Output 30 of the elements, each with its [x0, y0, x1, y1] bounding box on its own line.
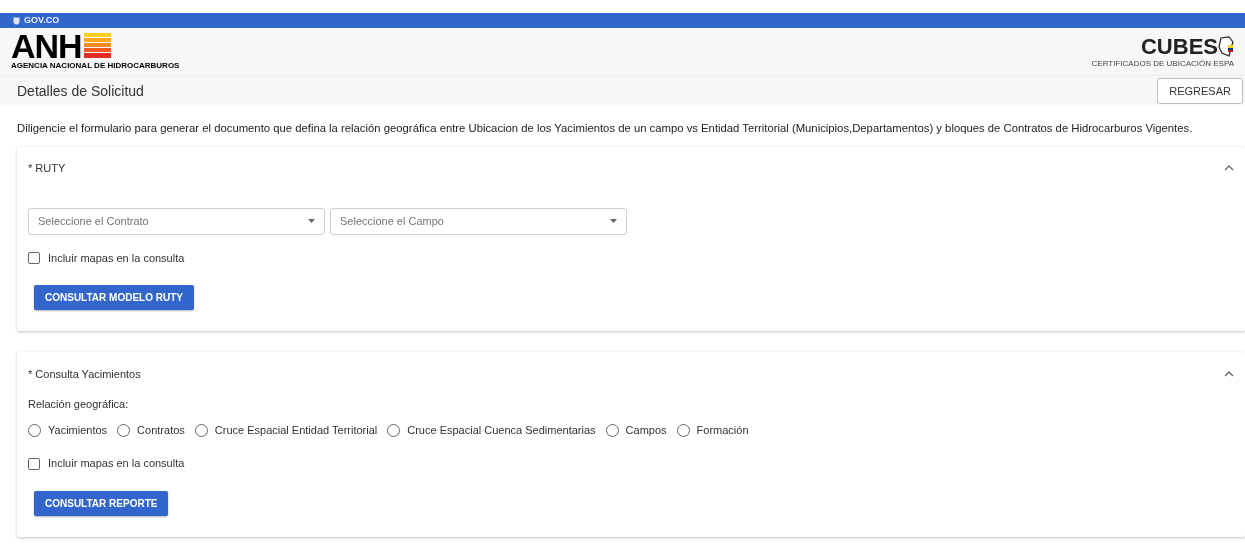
chevron-icon[interactable] — [1224, 165, 1234, 172]
cubes-logo: CUBES CERTIFICADOS DE UBICACIÓN ESPA — [1091, 33, 1234, 68]
checkbox[interactable] — [28, 252, 40, 265]
radio-label: Cruce Espacial Cuenca Sedimentarias — [407, 422, 596, 438]
chevron-icon[interactable] — [1224, 370, 1234, 377]
radio-label: Campos — [625, 422, 667, 438]
map-icon — [1218, 36, 1234, 58]
select-field[interactable]: Seleccione el Campo — [330, 207, 627, 235]
stripes-icon — [83, 33, 111, 59]
query-button[interactable]: CONSULTAR REPORTE — [34, 490, 169, 516]
panel-title: * Consulta Yacimientos — [28, 366, 141, 382]
dropdown-icon — [610, 219, 617, 224]
radio-label: Cruce Espacial Entidad Territorial — [214, 422, 378, 438]
page-title: Detalles de Solicitud — [17, 81, 144, 101]
gov-label: GOV.CO — [24, 13, 60, 27]
checkbox-label: Incluir mapas en la consulta — [48, 250, 185, 266]
dropdown-icon — [308, 219, 315, 224]
query-button[interactable]: CONSULTAR MODELO RUTY — [34, 285, 194, 311]
radio-label: Contratos — [137, 422, 185, 438]
description-text: Diligencie el formulario para generar el documento que defina la relación geográfica entre Ubicacion de los Yacimientos de un campo vs Entidad Territorial (Municipios,Departamentos) y bloques de Contratos de Hidrocarburos Vigentes. — [16, 121, 1194, 136]
radio-group-label: Relación geográfica: — [28, 397, 130, 413]
back-button[interactable]: REGRESAR — [1157, 78, 1243, 104]
radio-label: Yacimientos — [48, 422, 108, 438]
radio-label: Formación — [696, 422, 749, 438]
panel-title: * RUTY — [28, 161, 66, 177]
select-field[interactable]: Seleccione el Contrato — [28, 207, 325, 235]
checkbox[interactable] — [28, 457, 40, 470]
shield-icon — [13, 16, 20, 25]
checkbox-label: Incluir mapas en la consulta — [48, 456, 185, 472]
anh-logo: ANH AGENCIA NACIONAL DE HIDROCARBUROS — [11, 31, 180, 70]
